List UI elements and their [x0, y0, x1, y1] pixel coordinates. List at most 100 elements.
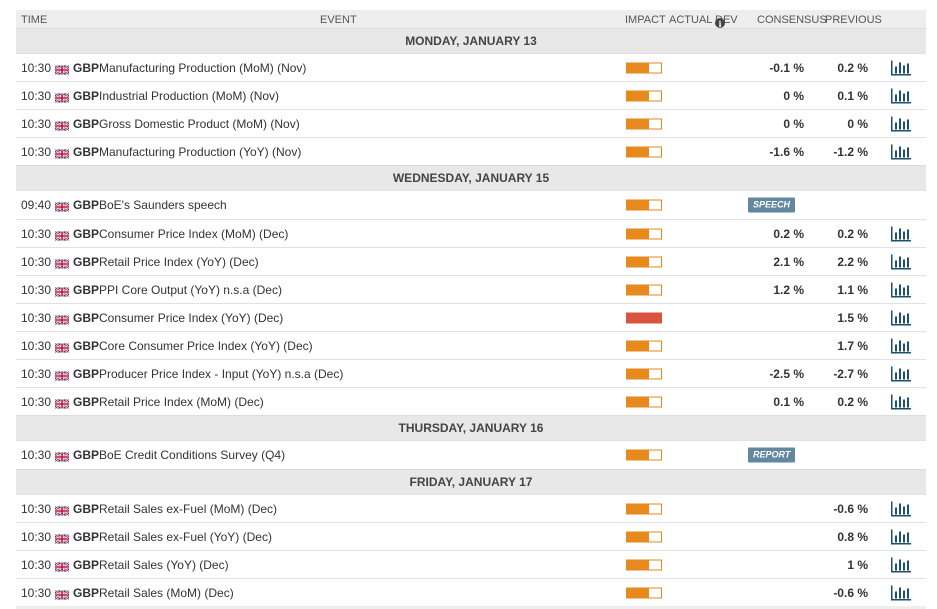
event-name[interactable]: Manufacturing Production (MoM) (Nov) — [99, 61, 306, 75]
event-currency: GBP — [73, 529, 100, 544]
event-row[interactable]: 10:30 GBP Industrial Production (MoM) (Nov… — [16, 81, 926, 109]
event-name[interactable]: Core Consumer Price Index (YoY) (Dec) — [99, 339, 313, 353]
event-row[interactable]: 09:40 GBP BoE's Saunders speech SPEECH — [16, 190, 926, 219]
column-previous[interactable]: PREVIOUS — [825, 14, 882, 26]
event-time: 10:30 — [21, 254, 52, 269]
event-currency: GBP — [73, 226, 100, 241]
event-row[interactable]: 10:30 GBP Consumer Price Index (MoM) (Dec)… — [16, 219, 926, 247]
chart-icon[interactable] — [891, 529, 911, 544]
event-row[interactable]: 10:30 GBP Retail Price Index (MoM) (Dec) 0.… — [16, 387, 926, 415]
event-currency: GBP — [73, 338, 100, 353]
uk-flag-icon — [54, 369, 70, 381]
event-row[interactable]: 10:30 GBP PPI Core Output (YoY) n.s.a (Dec… — [16, 275, 926, 303]
chart-icon[interactable] — [891, 282, 911, 297]
chart-icon[interactable] — [891, 366, 911, 381]
event-time: 10:30 — [21, 60, 52, 75]
chart-icon[interactable] — [891, 226, 911, 241]
previous-value: 0.8 % — [837, 529, 868, 544]
chart-icon[interactable] — [891, 60, 911, 75]
info-icon[interactable]: i — [715, 18, 725, 29]
event-time: 10:30 — [21, 144, 52, 159]
event-name[interactable]: PPI Core Output (YoY) n.s.a (Dec) — [99, 283, 282, 297]
impact-medium-indicator — [626, 90, 662, 101]
uk-flag-icon — [54, 560, 70, 572]
event-name[interactable]: Retail Price Index (MoM) (Dec) — [99, 395, 264, 409]
impact-medium-indicator — [626, 199, 662, 211]
previous-value: 1 % — [847, 557, 868, 572]
event-row[interactable]: 10:30 GBP Gross Domestic Product (MoM) (No… — [16, 109, 926, 137]
event-name[interactable]: Producer Price Index - Input (YoY) n.s.a… — [99, 367, 343, 381]
economic-calendar: TIME EVENT IMPACT ACTUAL DEV i CONSENSUS… — [16, 10, 926, 609]
column-time[interactable]: TIME — [21, 14, 47, 26]
event-name[interactable]: Retail Sales (YoY) (Dec) — [99, 558, 229, 572]
event-row[interactable]: 10:30 GBP Consumer Price Index (YoY) (Dec)… — [16, 303, 926, 331]
impact-medium-indicator — [626, 118, 662, 129]
uk-flag-icon — [54, 63, 70, 75]
column-header-row: TIME EVENT IMPACT ACTUAL DEV i CONSENSUS… — [16, 10, 926, 29]
event-name[interactable]: Retail Price Index (YoY) (Dec) — [99, 255, 259, 269]
chart-icon[interactable] — [891, 254, 911, 269]
event-row[interactable]: 10:30 GBP Retail Sales ex-Fuel (MoM) (Dec)… — [16, 494, 926, 522]
event-time: 09:40 — [21, 198, 52, 212]
previous-value: -0.6 % — [833, 501, 868, 516]
column-actual[interactable]: ACTUAL — [669, 14, 712, 26]
event-row[interactable]: 10:30 GBP Retail Sales (YoY) (Dec) 1 % — [16, 550, 926, 578]
day-header: WEDNESDAY, JANUARY 15 — [16, 165, 926, 190]
event-name[interactable]: Manufacturing Production (YoY) (Nov) — [99, 145, 301, 159]
uk-flag-icon — [54, 147, 70, 159]
uk-flag-icon — [54, 451, 70, 463]
calendar-body: MONDAY, JANUARY 13 10:30 GBP Manufacturing … — [16, 28, 926, 606]
event-row[interactable]: 10:30 GBP Core Consumer Price Index (YoY) … — [16, 331, 926, 359]
chart-icon[interactable] — [891, 557, 911, 572]
impact-high-indicator — [626, 312, 662, 323]
impact-medium-indicator — [626, 503, 662, 514]
event-row[interactable]: 10:30 GBP BoE Credit Conditions Survey (Q4… — [16, 440, 926, 469]
event-row[interactable]: 10:30 GBP Retail Sales (MoM) (Dec) -0.6 % — [16, 578, 926, 606]
event-name[interactable]: Consumer Price Index (MoM) (Dec) — [99, 227, 288, 241]
consensus-value: 0.1 % — [773, 394, 804, 409]
chart-icon[interactable] — [891, 144, 911, 159]
event-row[interactable]: 10:30 GBP Retail Sales ex-Fuel (YoY) (Dec)… — [16, 522, 926, 550]
column-impact[interactable]: IMPACT — [625, 14, 666, 26]
chart-icon[interactable] — [891, 394, 911, 409]
previous-value: -2.7 % — [833, 366, 868, 381]
impact-medium-indicator — [626, 559, 662, 570]
event-currency: GBP — [73, 448, 100, 462]
column-event[interactable]: EVENT — [320, 14, 357, 26]
chart-icon[interactable] — [891, 116, 911, 131]
chart-icon[interactable] — [891, 310, 911, 325]
impact-medium-indicator — [626, 531, 662, 542]
event-row[interactable]: 10:30 GBP Producer Price Index - Input (Yo… — [16, 359, 926, 387]
event-name[interactable]: BoE's Saunders speech — [99, 198, 227, 212]
event-name[interactable]: BoE Credit Conditions Survey (Q4) — [99, 448, 285, 462]
event-time: 10:30 — [21, 394, 52, 409]
column-consensus[interactable]: CONSENSUS — [757, 14, 827, 26]
event-row[interactable]: 10:30 GBP Manufacturing Production (MoM) (… — [16, 53, 926, 81]
event-row[interactable]: 10:30 GBP Manufacturing Production (YoY) (… — [16, 137, 926, 165]
event-name[interactable]: Retail Sales ex-Fuel (MoM) (Dec) — [99, 502, 277, 516]
impact-medium-indicator — [626, 449, 662, 461]
event-currency: GBP — [73, 366, 100, 381]
chart-icon[interactable] — [891, 88, 911, 103]
day-header: THURSDAY, JANUARY 16 — [16, 415, 926, 440]
event-currency: GBP — [73, 198, 100, 212]
impact-medium-indicator — [626, 284, 662, 295]
impact-medium-indicator — [626, 256, 662, 267]
column-dev[interactable]: DEV i — [715, 14, 738, 29]
event-name[interactable]: Gross Domestic Product (MoM) (Nov) — [99, 117, 300, 131]
event-name[interactable]: Consumer Price Index (YoY) (Dec) — [99, 311, 283, 325]
chart-icon[interactable] — [891, 338, 911, 353]
uk-flag-icon — [54, 229, 70, 241]
previous-value: 1.7 % — [837, 338, 868, 353]
event-name[interactable]: Retail Sales ex-Fuel (YoY) (Dec) — [99, 530, 272, 544]
impact-medium-indicator — [626, 368, 662, 379]
event-row[interactable]: 10:30 GBP Retail Price Index (YoY) (Dec) 2.… — [16, 247, 926, 275]
event-time: 10:30 — [21, 226, 52, 241]
chart-icon[interactable] — [891, 501, 911, 516]
uk-flag-icon — [54, 257, 70, 269]
event-name[interactable]: Industrial Production (MoM) (Nov) — [99, 89, 279, 103]
event-currency: GBP — [73, 501, 100, 516]
event-currency: GBP — [73, 310, 100, 325]
previous-value: 1.5 % — [837, 310, 868, 325]
event-currency: GBP — [73, 144, 100, 159]
